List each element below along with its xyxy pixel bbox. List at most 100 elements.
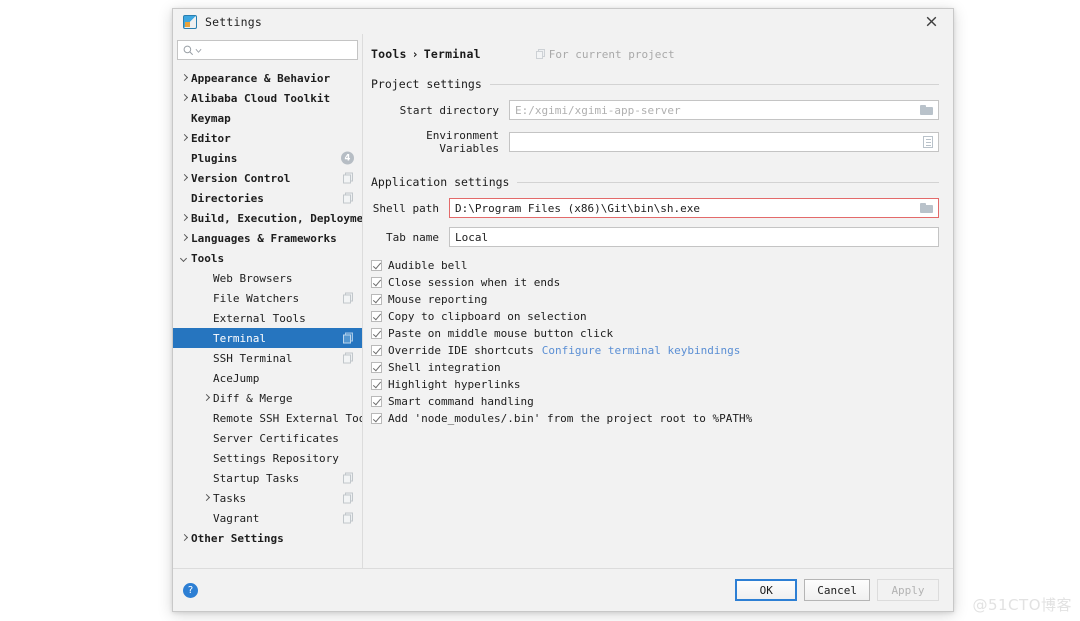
- start-directory-input[interactable]: E:/xgimi/xgimi-app-server: [509, 100, 939, 120]
- sidebar-item-acejump[interactable]: AceJump: [173, 368, 362, 388]
- sidebar-item-label: Alibaba Cloud Toolkit: [191, 92, 330, 105]
- sidebar-item-build-execution-deployment[interactable]: Build, Execution, Deployment: [173, 208, 362, 228]
- settings-panel: Tools › Terminal For current project Pro…: [363, 34, 953, 568]
- checkbox-shell-integration[interactable]: Shell integration: [371, 359, 953, 376]
- checkbox-copy-to-clipboard-on-selection[interactable]: Copy to clipboard on selection: [371, 308, 953, 325]
- field-tail[interactable]: [917, 136, 933, 148]
- sidebar-item-label: Plugins: [191, 152, 237, 165]
- chevron-right-icon[interactable]: [201, 393, 211, 403]
- checkbox-box[interactable]: [371, 260, 382, 271]
- window-title: Settings: [205, 15, 262, 29]
- sidebar-item-diff-merge[interactable]: Diff & Merge: [173, 388, 362, 408]
- chevron-down-icon[interactable]: [179, 253, 189, 263]
- shell-path-input[interactable]: D:\Program Files (x86)\Git\bin\sh.exe: [449, 198, 939, 218]
- chevron-right-icon[interactable]: [179, 233, 189, 243]
- checkbox-label: Mouse reporting: [388, 293, 487, 306]
- field-row: Shell pathD:\Program Files (x86)\Git\bin…: [371, 198, 939, 218]
- checkbox-box[interactable]: [371, 396, 382, 407]
- tree-spacer: [179, 113, 189, 123]
- breadcrumb-root[interactable]: Tools: [371, 47, 407, 61]
- tree-spacer: [201, 373, 211, 383]
- application-settings-fields: Shell pathD:\Program Files (x86)\Git\bin…: [363, 198, 953, 247]
- configure-terminal-keybindings-link[interactable]: Configure terminal keybindings: [542, 344, 741, 357]
- chevron-right-icon[interactable]: [179, 213, 189, 223]
- checkbox-close-session-when-it-ends[interactable]: Close session when it ends: [371, 274, 953, 291]
- tab-name-input[interactable]: Local: [449, 227, 939, 247]
- sidebar-item-directories[interactable]: Directories: [173, 188, 362, 208]
- help-icon[interactable]: ?: [183, 583, 198, 598]
- cancel-button[interactable]: Cancel: [804, 579, 870, 601]
- checkbox-smart-command-handling[interactable]: Smart command handling: [371, 393, 953, 410]
- checkbox-box[interactable]: [371, 328, 382, 339]
- sidebar-item-ssh-terminal[interactable]: SSH Terminal: [173, 348, 362, 368]
- sidebar-item-keymap[interactable]: Keymap: [173, 108, 362, 128]
- sidebar-item-adornment: [343, 513, 354, 524]
- sidebar-item-vagrant[interactable]: Vagrant: [173, 508, 362, 528]
- section-divider: [490, 84, 939, 85]
- tree-spacer: [201, 353, 211, 363]
- search-input[interactable]: [177, 40, 358, 60]
- chevron-right-icon[interactable]: [201, 493, 211, 503]
- sidebar-item-server-certificates[interactable]: Server Certificates: [173, 428, 362, 448]
- sidebar-item-plugins[interactable]: Plugins4: [173, 148, 362, 168]
- field-tail[interactable]: [914, 203, 933, 214]
- chevron-right-icon[interactable]: [179, 73, 189, 83]
- sidebar-item-other-settings[interactable]: Other Settings: [173, 528, 362, 548]
- chevron-right-icon[interactable]: [179, 173, 189, 183]
- sidebar-item-settings-repository[interactable]: Settings Repository: [173, 448, 362, 468]
- checkbox-mouse-reporting[interactable]: Mouse reporting: [371, 291, 953, 308]
- project-scope-icon: [343, 333, 354, 344]
- sidebar-item-startup-tasks[interactable]: Startup Tasks: [173, 468, 362, 488]
- sidebar-item-file-watchers[interactable]: File Watchers: [173, 288, 362, 308]
- ok-button[interactable]: OK: [735, 579, 797, 601]
- project-scope-icon: [343, 293, 354, 304]
- settings-tree[interactable]: Appearance & Behavior Alibaba Cloud Toolk…: [173, 66, 362, 568]
- sidebar-item-adornment: [343, 193, 354, 204]
- field-tail[interactable]: [914, 105, 933, 116]
- checkbox-box[interactable]: [371, 277, 382, 288]
- document-list-icon[interactable]: [923, 136, 933, 148]
- checkbox-box[interactable]: [371, 362, 382, 373]
- breadcrumb-separator: ›: [412, 47, 419, 61]
- application-settings-title: Application settings: [371, 175, 509, 189]
- chevron-right-icon[interactable]: [179, 133, 189, 143]
- checkbox-box[interactable]: [371, 379, 382, 390]
- close-icon[interactable]: [909, 9, 953, 34]
- section-divider: [517, 182, 939, 183]
- title-bar: Settings: [173, 9, 953, 34]
- sidebar-item-editor[interactable]: Editor: [173, 128, 362, 148]
- sidebar-item-external-tools[interactable]: External Tools: [173, 308, 362, 328]
- sidebar-item-tools[interactable]: Tools: [173, 248, 362, 268]
- checkbox-label: Shell integration: [388, 361, 501, 374]
- sidebar-item-web-browsers[interactable]: Web Browsers: [173, 268, 362, 288]
- checkbox-box[interactable]: [371, 311, 382, 322]
- folder-icon[interactable]: [920, 203, 933, 214]
- checkbox-override-ide-shortcuts[interactable]: Override IDE shortcutsConfigure terminal…: [371, 342, 953, 359]
- sidebar-item-terminal[interactable]: Terminal: [173, 328, 362, 348]
- sidebar-item-version-control[interactable]: Version Control: [173, 168, 362, 188]
- sidebar-item-tasks[interactable]: Tasks: [173, 488, 362, 508]
- chevron-right-icon[interactable]: [179, 93, 189, 103]
- checkbox-box[interactable]: [371, 345, 382, 356]
- sidebar-item-alibaba-cloud-toolkit[interactable]: Alibaba Cloud Toolkit: [173, 88, 362, 108]
- sidebar-item-adornment: [343, 173, 354, 184]
- environment-variables-input[interactable]: [509, 132, 939, 152]
- chevron-right-icon[interactable]: [179, 533, 189, 543]
- sidebar-item-label: Editor: [191, 132, 231, 145]
- checkbox-paste-on-middle-mouse-button-click[interactable]: Paste on middle mouse button click: [371, 325, 953, 342]
- checkbox-box[interactable]: [371, 413, 382, 424]
- folder-icon[interactable]: [920, 105, 933, 116]
- sidebar-item-languages-frameworks[interactable]: Languages & Frameworks: [173, 228, 362, 248]
- checkbox-box[interactable]: [371, 294, 382, 305]
- sidebar-item-label: Remote SSH External Tools: [213, 412, 362, 425]
- sidebar-item-remote-ssh-external-tools[interactable]: Remote SSH External Tools: [173, 408, 362, 428]
- checkbox-audible-bell[interactable]: Audible bell: [371, 257, 953, 274]
- sidebar-item-adornment: [343, 293, 354, 304]
- project-settings-title: Project settings: [371, 77, 482, 91]
- checkbox-label: Smart command handling: [388, 395, 534, 408]
- checkbox-add-node-modules-bin-from-the-project-root-to-path[interactable]: Add 'node_modules/.bin' from the project…: [371, 410, 953, 427]
- tree-spacer: [201, 293, 211, 303]
- breadcrumb: Tools › Terminal For current project: [363, 34, 953, 61]
- checkbox-highlight-hyperlinks[interactable]: Highlight hyperlinks: [371, 376, 953, 393]
- sidebar-item-appearance-behavior[interactable]: Appearance & Behavior: [173, 68, 362, 88]
